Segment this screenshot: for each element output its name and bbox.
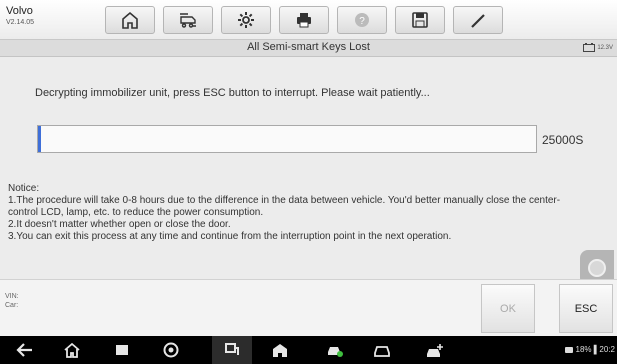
recents-icon bbox=[116, 345, 128, 355]
car-info-button[interactable] bbox=[372, 341, 392, 359]
battery-voltage: 12.3V bbox=[597, 44, 613, 51]
edit-button[interactable] bbox=[453, 6, 503, 34]
car-icon bbox=[427, 344, 443, 357]
top-toolbar: Volvo V2.14.05 ? bbox=[0, 0, 617, 40]
printer-icon bbox=[297, 13, 311, 28]
car-icon bbox=[328, 347, 343, 357]
diagnostics-home-button[interactable] bbox=[270, 341, 290, 359]
save-icon bbox=[412, 12, 428, 28]
vehicle-swap-button[interactable] bbox=[163, 6, 213, 34]
main-content: Decrypting immobilizer unit, press ESC b… bbox=[0, 57, 617, 286]
esc-button[interactable]: ESC bbox=[559, 284, 613, 333]
ok-button[interactable]: OK bbox=[481, 284, 535, 333]
circle-icon bbox=[588, 259, 606, 277]
remote-app-button[interactable] bbox=[425, 341, 445, 359]
software-version: V2.14.05 bbox=[6, 19, 35, 26]
print-button[interactable] bbox=[279, 6, 329, 34]
vehicle-swap-icon bbox=[180, 13, 196, 28]
battery-status: 12.3V bbox=[583, 43, 613, 52]
system-status: 18% ▌20:2 bbox=[564, 345, 615, 354]
back-button[interactable] bbox=[15, 341, 35, 359]
brand: Volvo V2.14.05 bbox=[6, 5, 86, 28]
browser-icon bbox=[163, 342, 179, 358]
browser-button[interactable] bbox=[161, 341, 181, 359]
gear-icon bbox=[238, 12, 254, 28]
back-arrow-icon bbox=[16, 343, 32, 357]
car-label: Car: bbox=[5, 302, 19, 309]
notice-line: 2.It doesn't matter whether open or clos… bbox=[8, 219, 231, 230]
help-icon: ? bbox=[355, 13, 369, 27]
notice-line: 1.The procedure will take 0-8 hours due … bbox=[8, 195, 561, 218]
notice-text: Notice: 1.The procedure will take 0-8 ho… bbox=[8, 183, 588, 243]
vehicle-info: VIN: Car: bbox=[5, 292, 19, 310]
android-home-button[interactable] bbox=[62, 341, 82, 359]
footer-bar: VIN: Car: OK ESC bbox=[0, 279, 617, 336]
home-icon bbox=[64, 342, 80, 358]
battery-icon bbox=[583, 43, 596, 52]
svg-text:?: ? bbox=[359, 16, 365, 27]
connect-button[interactable] bbox=[222, 341, 242, 359]
notice-line: 3.You can exit this process at any time … bbox=[8, 231, 452, 242]
battery-and-clock: 18% ▌20:2 bbox=[575, 345, 615, 354]
brand-name: Volvo bbox=[6, 5, 33, 17]
vehicle-app-button[interactable] bbox=[325, 341, 345, 359]
connector-icon bbox=[225, 343, 239, 355]
help-button[interactable]: ? bbox=[337, 6, 387, 34]
vin-label: VIN: bbox=[5, 293, 19, 300]
progress-value: 25000S bbox=[542, 133, 584, 147]
save-button[interactable] bbox=[395, 6, 445, 34]
message-icon bbox=[564, 346, 573, 353]
home-icon bbox=[273, 344, 287, 357]
progress-bar bbox=[37, 125, 537, 153]
pen-icon bbox=[471, 14, 485, 28]
recents-button[interactable] bbox=[112, 341, 132, 359]
notice-heading: Notice: bbox=[8, 183, 40, 194]
page-title: All Semi-smart Keys Lost bbox=[247, 41, 370, 53]
settings-button[interactable] bbox=[221, 6, 271, 34]
status-message: Decrypting immobilizer unit, press ESC b… bbox=[35, 87, 430, 99]
home-icon bbox=[122, 11, 138, 29]
progress-fill bbox=[38, 126, 41, 152]
car-icon bbox=[374, 346, 390, 357]
home-button[interactable] bbox=[105, 6, 155, 34]
android-nav-bar: 18% ▌20:2 bbox=[0, 336, 617, 364]
title-bar: All Semi-smart Keys Lost 12.3V bbox=[0, 40, 617, 57]
